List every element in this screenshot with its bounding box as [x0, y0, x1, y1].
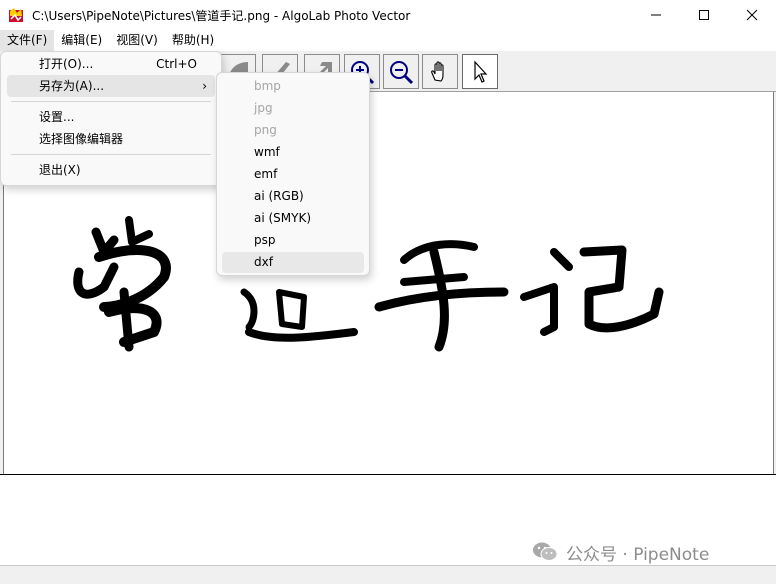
- menu-open-label: 打开(O)...: [39, 57, 94, 71]
- close-button[interactable]: [728, 0, 776, 30]
- hand-icon: [431, 60, 444, 82]
- hand-tool-button[interactable]: [422, 54, 458, 89]
- pointer-tool-button[interactable]: [462, 54, 498, 89]
- menu-open-shortcut: Ctrl+O: [156, 57, 197, 71]
- menu-open[interactable]: 打开(O)... Ctrl+O: [7, 53, 215, 75]
- format-wmf[interactable]: wmf: [222, 142, 364, 163]
- watermark: 公众号 · PipeNote: [532, 540, 710, 565]
- format-psp[interactable]: psp: [222, 230, 364, 251]
- app-icon: [9, 8, 23, 22]
- format-ai-smyk-label: ai (SMYK): [254, 211, 312, 225]
- close-icon: [746, 9, 758, 21]
- menu-exit-label: 退出(X): [39, 163, 81, 177]
- menu-save-as-label: 另存为(A)...: [39, 79, 105, 93]
- format-ai-smyk[interactable]: ai (SMYK): [222, 208, 364, 229]
- zoom-out-icon: [390, 60, 414, 84]
- format-wmf-label: wmf: [254, 145, 280, 159]
- menu-exit[interactable]: 退出(X): [7, 159, 215, 181]
- menu-file[interactable]: 文件(F): [0, 30, 55, 51]
- format-jpg: jpg: [222, 98, 364, 119]
- minimize-icon: [651, 14, 661, 16]
- format-bmp: bmp: [222, 76, 364, 97]
- format-png: png: [222, 120, 364, 141]
- watermark-text: 公众号 · PipeNote: [566, 544, 710, 565]
- menu-separator: [11, 154, 211, 155]
- menu-save-as[interactable]: 另存为(A)... ›: [7, 75, 215, 97]
- format-dxf[interactable]: dxf: [222, 252, 364, 273]
- wechat-icon: [533, 542, 558, 561]
- menu-help[interactable]: 帮助(H): [165, 30, 221, 51]
- format-bmp-label: bmp: [254, 79, 281, 93]
- format-ai-rgb[interactable]: ai (RGB): [222, 186, 364, 207]
- window-title: C:\Users\PipeNote\Pictures\管道手记.png - Al…: [32, 8, 411, 23]
- pointer-icon: [474, 59, 488, 83]
- menu-settings[interactable]: 设置...: [7, 106, 215, 128]
- zoom-out-button[interactable]: [383, 54, 419, 89]
- menu-choose-editor-label: 选择图像编辑器: [39, 132, 124, 146]
- menu-separator: [11, 101, 211, 102]
- format-png-label: png: [254, 123, 277, 137]
- maximize-button[interactable]: [680, 0, 728, 30]
- save-as-submenu: bmp jpg png wmf emf ai (RGB) ai (SMYK) p…: [216, 72, 370, 276]
- minimize-button[interactable]: [632, 0, 680, 30]
- menu-choose-editor[interactable]: 选择图像编辑器: [7, 128, 215, 150]
- format-emf[interactable]: emf: [222, 164, 364, 185]
- menu-settings-label: 设置...: [39, 110, 75, 124]
- menu-bar: 文件(F) 编辑(E) 视图(V) 帮助(H): [0, 30, 776, 51]
- format-psp-label: psp: [254, 233, 276, 247]
- menu-view[interactable]: 视图(V): [109, 30, 165, 51]
- format-emf-label: emf: [254, 167, 278, 181]
- menu-edit[interactable]: 编辑(E): [54, 30, 109, 51]
- format-ai-rgb-label: ai (RGB): [254, 189, 304, 203]
- maximize-icon: [699, 10, 709, 20]
- status-bar: [0, 565, 776, 584]
- format-dxf-label: dxf: [254, 255, 273, 269]
- file-menu-dropdown: 打开(O)... Ctrl+O 另存为(A)... › 设置... 选择图像编辑…: [0, 51, 222, 186]
- format-jpg-label: jpg: [254, 101, 273, 115]
- submenu-arrow-icon: ›: [202, 79, 207, 93]
- title-bar: C:\Users\PipeNote\Pictures\管道手记.png - Al…: [0, 0, 776, 30]
